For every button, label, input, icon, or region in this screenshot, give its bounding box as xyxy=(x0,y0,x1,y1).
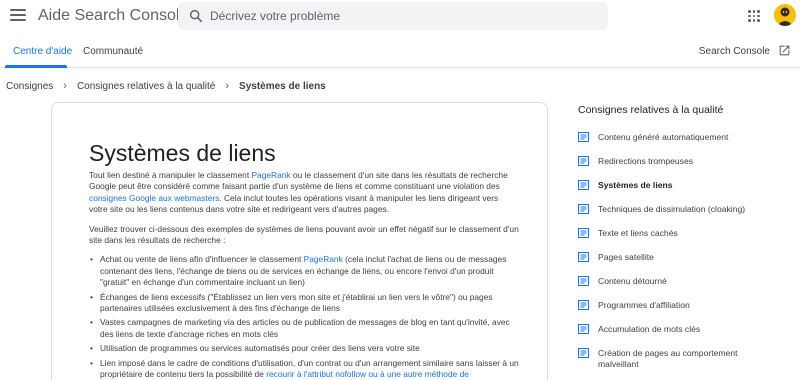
sidenav-list: Contenu généré automatiquement Redirecti… xyxy=(578,131,788,371)
examples-paragraph: Veuillez trouver ci-dessous des exemples… xyxy=(89,223,519,246)
sidenav-item-label: Création de pages au comportement malvei… xyxy=(598,348,738,369)
chevron-right-icon: › xyxy=(225,80,230,92)
active-tab-indicator xyxy=(5,65,67,68)
search-console-link[interactable]: Search Console xyxy=(699,46,770,57)
intro-paragraph: Tout lien destiné à manipuler le classem… xyxy=(89,170,519,216)
article-icon xyxy=(578,132,589,142)
sidenav-item-label: Contenu généré automatiquement xyxy=(598,132,729,142)
article-icon xyxy=(578,180,589,190)
list-item: Lien imposé dans le cadre de conditions … xyxy=(89,358,519,380)
sidenav-item[interactable]: Techniques de dissimulation (cloaking) xyxy=(578,203,788,227)
page-title: Systèmes de liens xyxy=(89,140,276,166)
article-icon xyxy=(578,348,589,358)
examples-list: Achat ou vente de liens afin d'influence… xyxy=(89,254,519,380)
menu-icon[interactable] xyxy=(10,9,26,23)
chevron-right-icon: › xyxy=(63,80,67,92)
sidenav-item-label: Redirections trompeuses xyxy=(598,156,694,166)
breadcrumb-item[interactable]: Consignes xyxy=(6,81,53,92)
sidenav-item[interactable]: Contenu détourné xyxy=(578,275,788,299)
breadcrumb-item[interactable]: Consignes relatives à la qualité xyxy=(77,81,215,92)
top-app-bar: Aide Search Console xyxy=(0,0,800,34)
list-item: Utilisation de programmes ou services au… xyxy=(89,343,519,355)
sidenav-item-label: Techniques de dissimulation (cloaking) xyxy=(598,204,746,214)
nofollow-link[interactable]: recourir à l'attribut nofollow ou à une … xyxy=(266,369,469,379)
tab-help-center[interactable]: Centre d'aide xyxy=(13,46,72,57)
pagerank-link[interactable]: PageRank xyxy=(251,170,290,180)
article-icon xyxy=(578,228,589,238)
breadcrumb-current: Systèmes de liens xyxy=(239,80,326,92)
sidenav-item[interactable]: Pages satellite xyxy=(578,251,788,275)
search-icon[interactable] xyxy=(188,8,204,24)
open-external-icon[interactable] xyxy=(778,44,791,57)
sidenav-item-label: Systèmes de liens xyxy=(598,180,673,190)
apps-grid-icon[interactable] xyxy=(748,10,760,22)
list-item: Échanges de liens excessifs ("Établissez… xyxy=(89,292,519,315)
sidenav-item-label: Texte et liens cachés xyxy=(598,228,678,238)
sidenav-item[interactable]: Contenu généré automatiquement xyxy=(578,131,788,155)
sidenav-item[interactable]: Texte et liens cachés xyxy=(578,227,788,251)
sidenav-item[interactable]: Redirections trompeuses xyxy=(578,155,788,179)
article-icon xyxy=(578,252,589,262)
article-body: Tout lien destiné à manipuler le classem… xyxy=(89,170,519,380)
sidenav-item-label: Pages satellite xyxy=(598,252,654,262)
breadcrumb: Consignes › Consignes relatives à la qua… xyxy=(6,80,326,92)
sidenav-item-label: Contenu détourné xyxy=(598,276,667,286)
text: Achat ou vente de liens afin d'influence… xyxy=(100,254,304,265)
article-icon xyxy=(578,300,589,310)
article-icon xyxy=(578,276,589,286)
app-title[interactable]: Aide Search Console xyxy=(38,7,188,25)
article-icon xyxy=(578,156,589,166)
avatar-icon xyxy=(774,4,796,26)
pagerank-link[interactable]: PageRank xyxy=(304,254,343,264)
nav-tabs: Centre d'aide Communauté Search Console xyxy=(0,34,800,68)
sidenav-item[interactable]: Création de pages au comportement malvei… xyxy=(578,347,788,371)
avatar[interactable] xyxy=(774,4,796,26)
article-icon xyxy=(578,324,589,334)
tab-community[interactable]: Communauté xyxy=(83,46,143,57)
list-item: Vastes campagnes de marketing via des ar… xyxy=(89,317,519,340)
sidenav-item[interactable]: Programmes d'affiliation xyxy=(578,299,788,323)
sidenav-item-label: Accumulation de mots clés xyxy=(598,324,701,334)
sidenav-title: Consignes relatives à la qualité xyxy=(578,104,724,116)
list-item: Achat ou vente de liens afin d'influence… xyxy=(89,254,519,288)
sidenav-item[interactable]: Accumulation de mots clés xyxy=(578,323,788,347)
sidenav-item-label: Programmes d'affiliation xyxy=(598,300,690,310)
text: Tout lien destiné à manipuler le classem… xyxy=(89,170,252,180)
search-box[interactable] xyxy=(178,2,608,30)
webmaster-guidelines-link[interactable]: consignes Google aux webmasters xyxy=(89,193,219,203)
search-input[interactable] xyxy=(210,6,590,26)
sidenav-item-active[interactable]: Systèmes de liens xyxy=(578,179,788,203)
article-icon xyxy=(578,204,589,214)
